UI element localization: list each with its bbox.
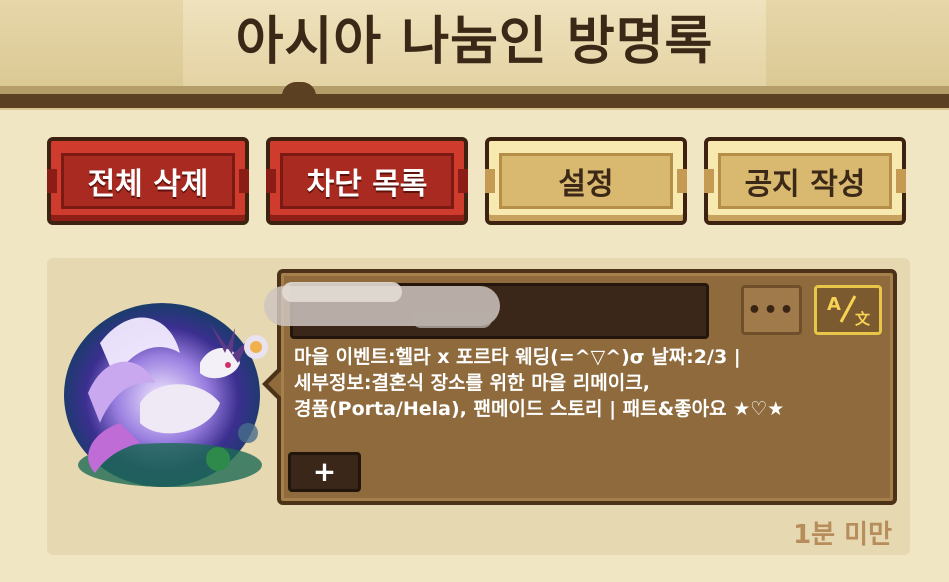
add-button[interactable]: + [288, 452, 361, 492]
header-divider-light [0, 86, 949, 94]
button-notch [485, 169, 495, 193]
settings-label: 설정 [499, 153, 673, 209]
translate-icon: A 文 [827, 294, 871, 328]
block-list-button[interactable]: 차단 목록 [266, 137, 468, 225]
avatar-orb-core [250, 341, 262, 353]
button-notch [47, 169, 57, 193]
write-notice-label: 공지 작성 [718, 153, 892, 209]
dragon-avatar[interactable] [60, 283, 275, 503]
button-notch [677, 169, 687, 193]
entry-timestamp: 1분 미만 [793, 520, 892, 550]
avatar-bush [238, 423, 258, 443]
more-options-button[interactable]: ••• [741, 285, 802, 335]
redacted-name-blur [264, 282, 500, 328]
svg-text:A: A [827, 294, 841, 315]
write-notice-button[interactable]: 공지 작성 [704, 137, 906, 225]
panel-pointer-inner [268, 371, 281, 397]
button-notch [266, 169, 276, 193]
plus-icon: + [312, 455, 337, 488]
translate-button[interactable]: A 文 [814, 285, 882, 335]
button-notch [704, 169, 714, 193]
guestbook-message: 마을 이벤트:헬라 x 포르타 웨딩(=^▽^)σ 날짜:2/3 | 세부정보:… [294, 346, 785, 420]
settings-button[interactable]: 설정 [485, 137, 687, 225]
svg-text:文: 文 [855, 310, 871, 328]
avatar-bush [206, 447, 230, 471]
delete-all-button[interactable]: 전체 삭제 [47, 137, 249, 225]
button-notch [896, 169, 906, 193]
delete-all-label: 전체 삭제 [61, 153, 235, 209]
avatar-eye [225, 362, 231, 368]
block-list-label: 차단 목록 [280, 153, 454, 209]
header-divider [0, 94, 949, 108]
more-icon: ••• [747, 297, 796, 323]
button-notch [458, 169, 468, 193]
page-title: 아시아 나눔인 방명록 [235, 12, 714, 72]
button-notch [239, 169, 249, 193]
